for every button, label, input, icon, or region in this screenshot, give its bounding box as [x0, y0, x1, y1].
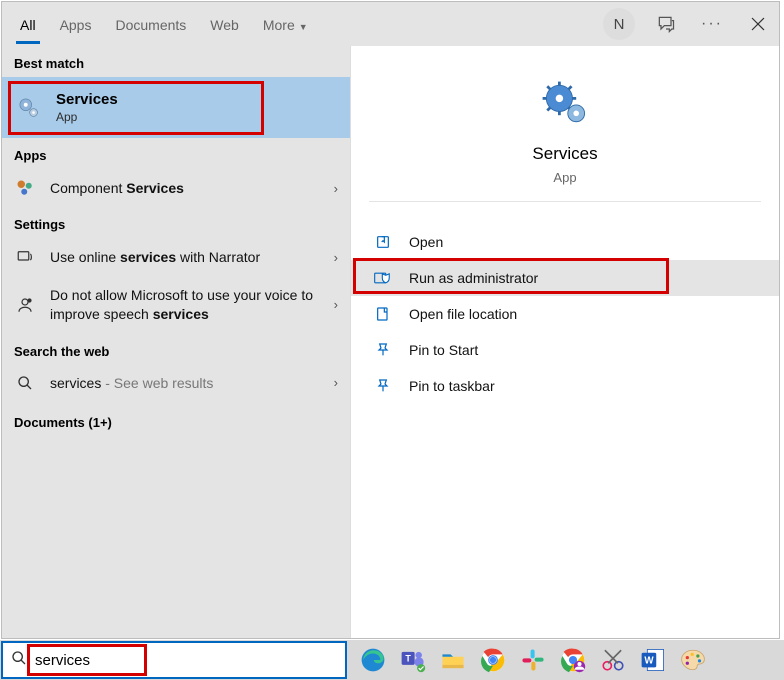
- settings-result-speech-services[interactable]: Do not allow Microsoft to use your voice…: [2, 276, 350, 334]
- best-match-result[interactable]: Services App: [2, 77, 350, 138]
- taskbar-app-word[interactable]: W: [637, 644, 669, 676]
- tab-web[interactable]: Web: [198, 5, 251, 44]
- admin-shield-icon: [373, 270, 393, 286]
- tab-documents[interactable]: Documents: [103, 5, 198, 44]
- action-run-as-administrator[interactable]: Run as administrator: [351, 260, 779, 296]
- user-avatar[interactable]: N: [603, 8, 635, 40]
- action-pin-to-taskbar[interactable]: Pin to taskbar: [351, 368, 779, 404]
- tab-more[interactable]: More▼: [251, 5, 320, 44]
- section-web-label: Search the web: [2, 334, 350, 365]
- taskbar-app-paint[interactable]: [677, 644, 709, 676]
- taskbar-app-chrome[interactable]: [477, 644, 509, 676]
- taskbar-app-chrome-profile[interactable]: [557, 644, 589, 676]
- component-services-icon: [14, 179, 36, 197]
- section-best-match-label: Best match: [2, 46, 350, 77]
- action-open[interactable]: Open: [351, 224, 779, 260]
- preview-actions: Open Run as administrator Open file loca…: [351, 224, 779, 404]
- taskbar-app-file-explorer[interactable]: [437, 644, 469, 676]
- preview-pane: Services App Open Run as administrator O…: [350, 46, 779, 638]
- preview-subtitle: App: [351, 170, 779, 185]
- web-result-services[interactable]: services - See web results ›: [2, 365, 350, 401]
- taskbar-search[interactable]: [1, 641, 347, 679]
- start-search-panel: All Apps Documents Web More▼ N ··· Best …: [1, 1, 780, 639]
- section-apps-label: Apps: [2, 138, 350, 169]
- taskbar-app-snip[interactable]: [597, 644, 629, 676]
- search-input[interactable]: [33, 651, 337, 670]
- feedback-icon[interactable]: [651, 9, 681, 39]
- tab-apps[interactable]: Apps: [48, 5, 104, 44]
- tab-all[interactable]: All: [8, 5, 48, 44]
- chevron-right-icon: ›: [334, 297, 338, 312]
- chevron-right-icon: ›: [334, 250, 338, 265]
- chevron-right-icon: ›: [334, 181, 338, 196]
- pin-icon: [373, 378, 393, 394]
- search-icon: [14, 375, 36, 391]
- svg-text:T: T: [405, 654, 411, 664]
- best-match-subtitle: App: [56, 110, 118, 124]
- top-right-controls: N ···: [603, 2, 773, 46]
- taskbar-app-slack[interactable]: [517, 644, 549, 676]
- folder-icon: [373, 306, 393, 322]
- open-icon: [373, 234, 393, 250]
- preview-title: Services: [351, 144, 779, 164]
- gears-icon-large: [535, 74, 595, 134]
- section-settings-label: Settings: [2, 207, 350, 238]
- action-open-file-location[interactable]: Open file location: [351, 296, 779, 332]
- close-icon[interactable]: [743, 9, 773, 39]
- results-pane: Best match Services App Apps Component S…: [2, 46, 350, 638]
- annotation-highlight: [8, 81, 264, 135]
- taskbar: T W: [0, 640, 784, 680]
- pin-icon: [373, 342, 393, 358]
- taskbar-app-teams[interactable]: T: [397, 644, 429, 676]
- section-documents-label: Documents (1+): [2, 401, 350, 436]
- caret-down-icon: ▼: [299, 22, 308, 32]
- settings-result-narrator-services[interactable]: Use online services with Narrator ›: [2, 238, 350, 276]
- best-match-title: Services: [56, 91, 118, 108]
- apps-result-component-services[interactable]: Component Services ›: [2, 169, 350, 207]
- more-options-icon[interactable]: ···: [697, 9, 727, 39]
- svg-text:W: W: [644, 655, 654, 666]
- chevron-right-icon: ›: [334, 375, 338, 390]
- narrator-icon: [14, 248, 36, 266]
- filter-tabs: All Apps Documents Web More▼ N ···: [2, 2, 779, 46]
- action-pin-to-start[interactable]: Pin to Start: [351, 332, 779, 368]
- search-icon: [11, 650, 27, 671]
- taskbar-pinned-apps: T W: [347, 644, 709, 676]
- gears-icon: [16, 95, 42, 121]
- taskbar-app-edge[interactable]: [357, 644, 389, 676]
- speech-icon: [14, 296, 36, 314]
